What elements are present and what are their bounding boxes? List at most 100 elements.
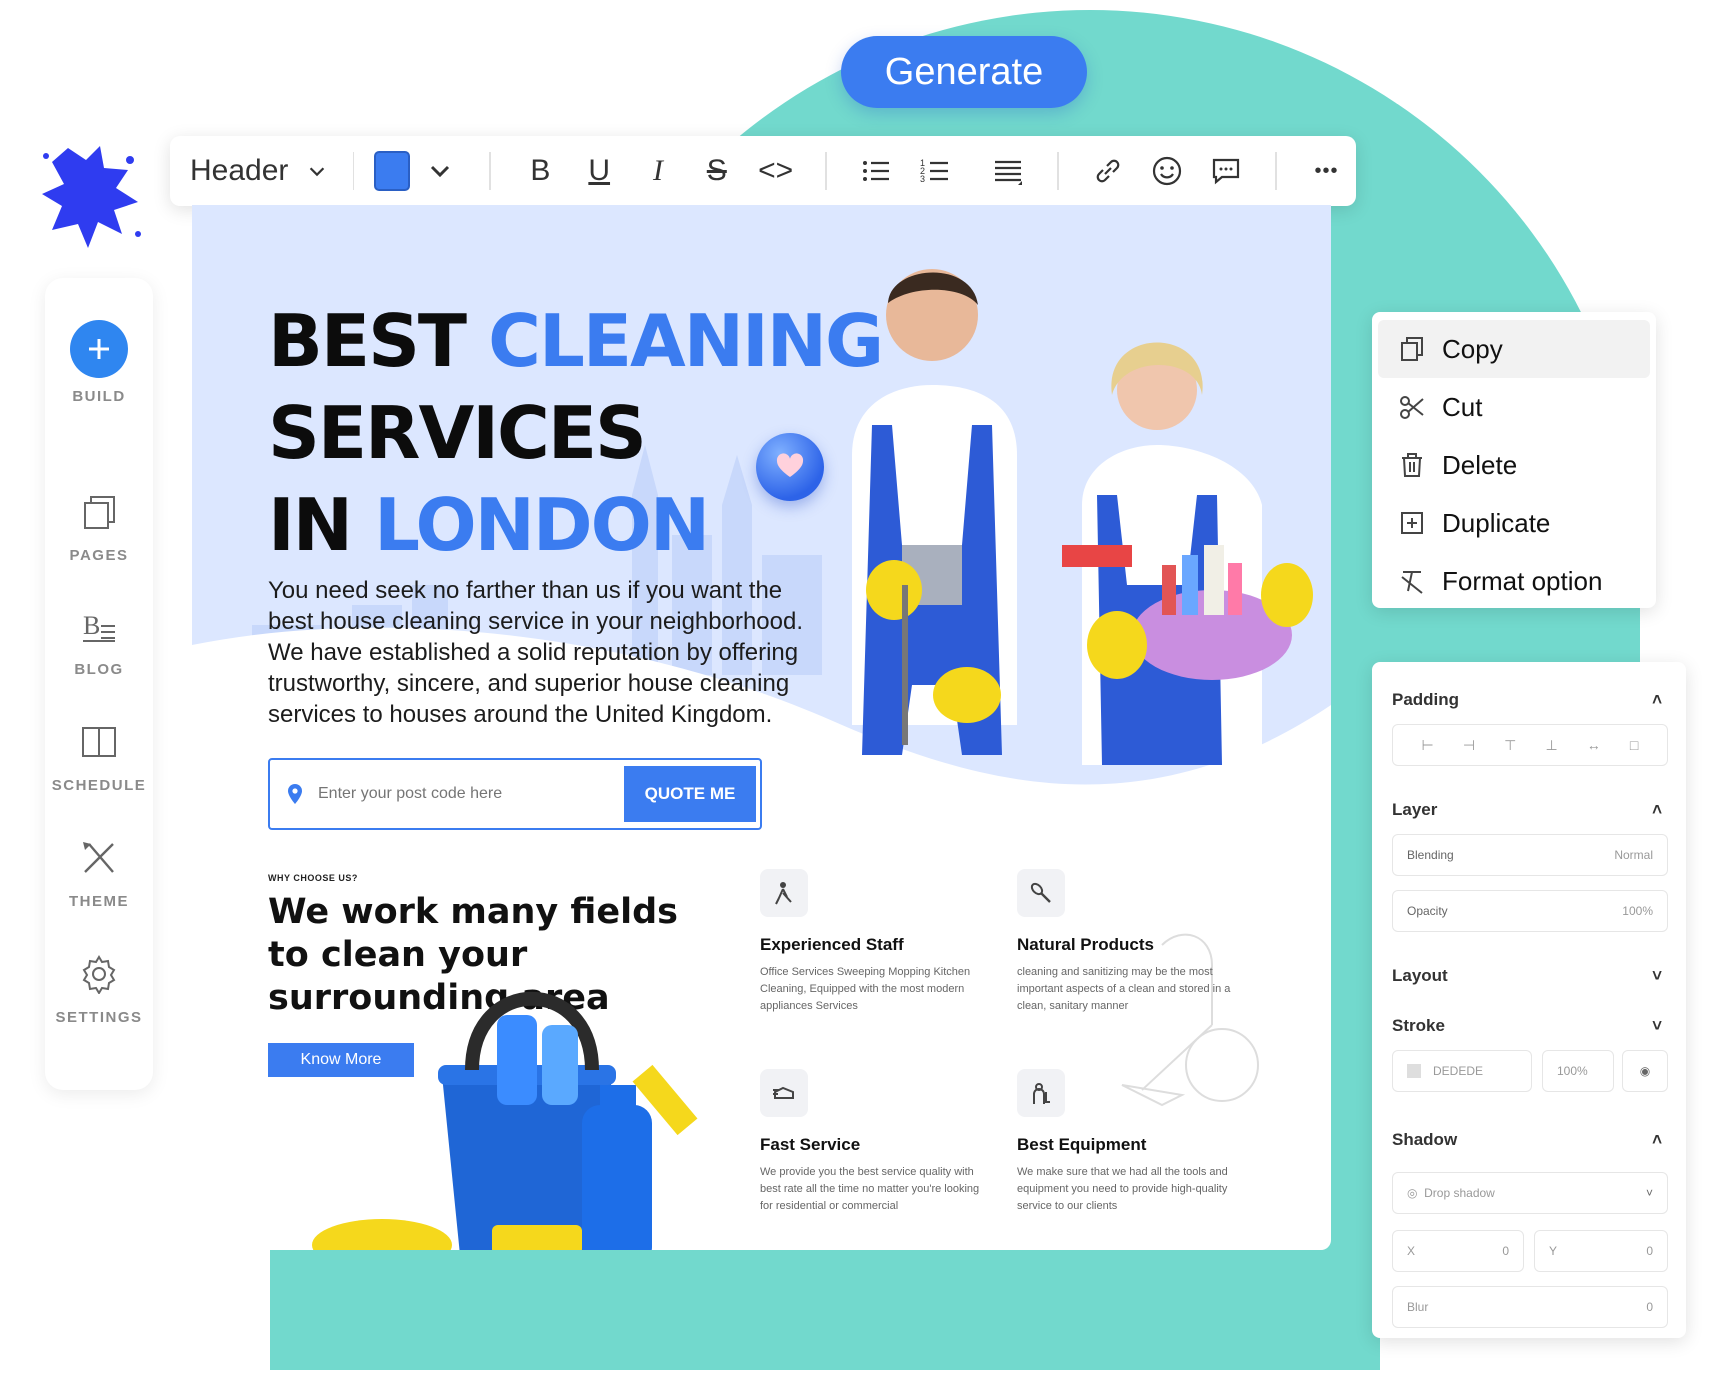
sidebar-item-theme[interactable]: THEME: [45, 838, 153, 910]
heart-icon: [776, 453, 804, 477]
blending-value: Normal: [1614, 848, 1653, 862]
menu-item-duplicate[interactable]: Duplicate: [1378, 494, 1650, 552]
padding-controls[interactable]: ⊢ ⊣ ⊤ ⊥ ↔ □: [1392, 724, 1668, 766]
section-title: Layout: [1392, 966, 1448, 985]
postcode-form: QUOTE ME: [268, 758, 762, 830]
feature-title: Best Equipment: [1017, 1135, 1147, 1154]
padding-top-icon: ⊤: [1504, 736, 1517, 753]
stroke-opacity-field[interactable]: 100%: [1542, 1050, 1614, 1092]
bold-button[interactable]: B: [511, 146, 570, 196]
color-swatch[interactable]: [374, 151, 411, 191]
toolbar-divider: [1275, 152, 1278, 190]
padding-side-icons: ⊢ ⊣ ⊤ ⊥ ↔ □: [1407, 737, 1653, 754]
sidebar-item-pages[interactable]: PAGES: [45, 492, 153, 564]
chevron-down-icon: [310, 167, 325, 177]
chevron-down-icon: ˅: [1652, 966, 1662, 985]
feature-description: Office Services Sweeping Mopping Kitchen…: [760, 966, 971, 1012]
chevron-up-icon: ˄: [1652, 800, 1662, 819]
layer-section-header[interactable]: Layer ˄: [1392, 800, 1662, 820]
bullet-list-button[interactable]: [847, 146, 906, 196]
blending-select[interactable]: Blending Normal: [1392, 834, 1668, 876]
layout-section-header[interactable]: Layout ˅: [1392, 966, 1662, 986]
emoji-button[interactable]: [1138, 146, 1197, 196]
context-menu: Copy Cut Delete Duplicate Format option: [1372, 312, 1656, 608]
website-canvas: BEST CLEANING SERVICES IN LONDON You nee…: [192, 205, 1331, 1250]
underline-icon: U: [588, 154, 611, 187]
shadow-section-header[interactable]: Shadow ˄: [1392, 1130, 1662, 1150]
fast-icon: [760, 1069, 808, 1117]
bullet-list-icon: [863, 161, 890, 181]
feature-title: Experienced Staff: [760, 935, 904, 954]
color-dropdown-button[interactable]: [410, 146, 469, 196]
numbered-list-icon: 123: [920, 158, 948, 184]
cleaner-icon: [760, 869, 808, 917]
sidebar-item-build[interactable]: BUILD: [45, 320, 153, 405]
section-title: Padding: [1392, 690, 1460, 709]
sidebar-item-label: SCHEDULE: [51, 777, 147, 794]
more-icon: •••: [1314, 159, 1339, 182]
plus-icon: [70, 320, 128, 378]
postcode-input[interactable]: [318, 785, 624, 803]
svg-text:B: B: [83, 611, 100, 640]
stroke-color-field[interactable]: DEDEDE: [1392, 1050, 1532, 1092]
strikethrough-button[interactable]: S: [687, 146, 746, 196]
underline-button[interactable]: U: [570, 146, 629, 196]
chevron-up-icon: ˄: [1652, 690, 1662, 709]
padding-section-header[interactable]: Padding ˄: [1392, 690, 1662, 710]
section-title: Layer: [1392, 800, 1438, 819]
menu-item-label: Format option: [1442, 565, 1603, 596]
menu-item-label: Duplicate: [1442, 507, 1551, 538]
copy-icon: [1401, 337, 1423, 361]
opacity-value: 100%: [1622, 904, 1653, 918]
menu-item-cut[interactable]: Cut: [1378, 378, 1650, 436]
shadow-type-value: ◎ Drop shadow: [1407, 1186, 1495, 1200]
feature-description: cleaning and sanitizing may be the most …: [1017, 966, 1231, 1012]
padding-left-icon: ⊢: [1421, 736, 1434, 753]
hero-title-accent: CLEANING: [488, 299, 884, 383]
shadow-blur-field[interactable]: Blur 0: [1392, 1286, 1668, 1328]
stroke-visibility-toggle[interactable]: ◉: [1622, 1050, 1668, 1092]
y-value: 0: [1646, 1244, 1653, 1258]
shadow-y-field[interactable]: Y 0: [1534, 1230, 1668, 1272]
splatter-logo-icon: [42, 146, 141, 248]
text-format-toolbar: Header B U I S <> 123 •••: [170, 136, 1356, 206]
sidebar-item-label: THEME: [69, 893, 129, 910]
padding-right-icon: ⊣: [1462, 736, 1476, 753]
blur-value: 0: [1646, 1300, 1653, 1314]
left-sidebar: BUILD PAGES B BLOG SCHEDULE THEME SETTIN…: [45, 278, 153, 1090]
menu-item-format-option[interactable]: Format option: [1378, 552, 1650, 610]
padding-all-icon: □: [1629, 736, 1639, 753]
quote-me-button[interactable]: QUOTE ME: [624, 766, 756, 822]
theme-icon: [79, 838, 119, 883]
eye-icon: ◉: [1639, 1064, 1651, 1078]
brush-icon: [1017, 869, 1065, 917]
comment-icon: [1212, 158, 1240, 185]
comment-button[interactable]: [1197, 146, 1256, 196]
shadow-x-field[interactable]: X 0: [1392, 1230, 1524, 1272]
feature-description: We make sure that we had all the tools a…: [1017, 1166, 1228, 1212]
block-type-select[interactable]: Header: [190, 154, 333, 188]
italic-button[interactable]: I: [629, 146, 688, 196]
toolbar-divider: [489, 152, 491, 190]
align-button[interactable]: [978, 146, 1037, 196]
sidebar-item-blog[interactable]: B BLOG: [45, 606, 153, 678]
cleaning-bucket-photo: [312, 991, 698, 1250]
menu-item-copy[interactable]: Copy: [1378, 320, 1650, 378]
opacity-field[interactable]: Opacity 100%: [1392, 890, 1668, 932]
code-button[interactable]: <>: [746, 146, 805, 196]
more-button[interactable]: •••: [1297, 146, 1356, 196]
menu-item-label: Copy: [1442, 333, 1503, 364]
hero-title-word: SERVICES: [268, 391, 647, 475]
stroke-section-header[interactable]: Stroke ˅: [1392, 1016, 1662, 1036]
menu-item-delete[interactable]: Delete: [1378, 436, 1650, 494]
numbered-list-button[interactable]: 123: [906, 146, 965, 196]
sidebar-item-settings[interactable]: SETTINGS: [45, 954, 153, 1026]
clear-format-icon: [1401, 571, 1423, 594]
link-button[interactable]: [1079, 146, 1138, 196]
shadow-type-text: Drop shadow: [1424, 1186, 1495, 1200]
sidebar-item-schedule[interactable]: SCHEDULE: [45, 722, 153, 794]
generate-button[interactable]: Generate: [841, 36, 1087, 108]
italic-icon: I: [652, 154, 663, 187]
toolbar-divider: [352, 152, 355, 190]
shadow-type-select[interactable]: ◎ Drop shadow ˅: [1392, 1172, 1668, 1214]
